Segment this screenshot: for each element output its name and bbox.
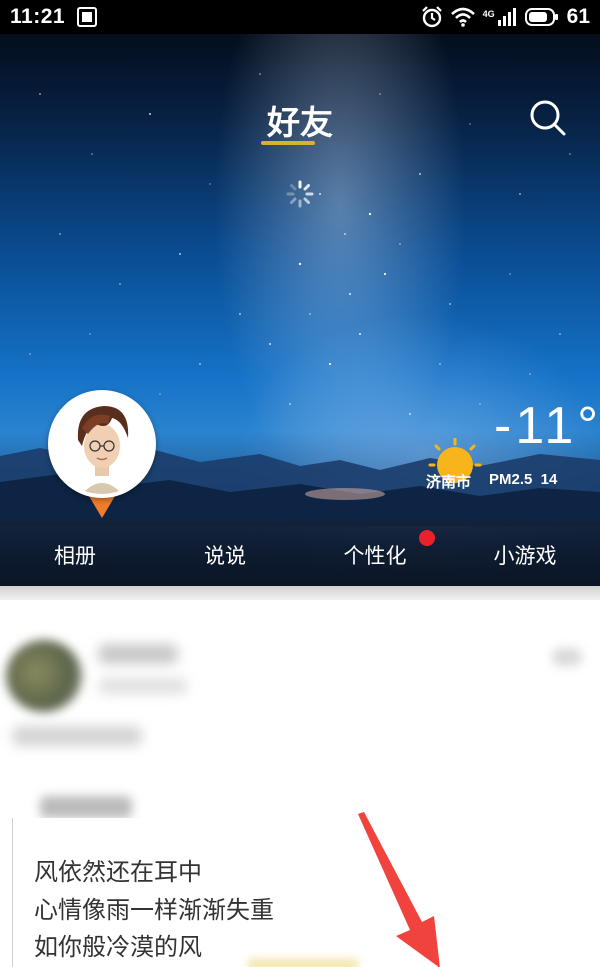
notification-icon [77, 7, 98, 27]
profile-tabs: 相册 说说 个性化 小游戏 [0, 522, 600, 586]
page-title: 好友 [267, 103, 333, 142]
status-time: 11:21 [10, 5, 66, 28]
notification-dot [419, 530, 435, 546]
tab-album[interactable]: 相册 [0, 522, 150, 586]
feed-author-name [98, 644, 178, 664]
tab-personalize-label: 个性化 [343, 544, 407, 568]
user-avatar[interactable] [48, 390, 156, 518]
status-icons: 4G 61 [421, 5, 590, 29]
blurred-element [248, 958, 358, 967]
profile-cover: 好友 -11° 济南市 PM2.5 14 相册 说说 个性化 小游戏 [0, 34, 600, 586]
weather-city: 济南市 [426, 473, 472, 491]
title-underline [261, 141, 315, 145]
poem-line: 如你般冷漠的风 [34, 933, 202, 961]
network-type: 4G [482, 9, 495, 19]
poem-line: 心情像雨一样渐渐失重 [34, 896, 274, 924]
status-bar: 11:21 4G 61 [0, 0, 600, 34]
battery-level: 61 [566, 5, 590, 28]
shared-card-title [40, 796, 132, 818]
poem-line: 风依然还在耳中 [34, 858, 202, 886]
search-icon[interactable] [528, 98, 568, 138]
battery-icon [524, 8, 558, 26]
tab-posts[interactable]: 说说 [150, 522, 300, 586]
feed-post-time [98, 678, 188, 694]
annotation-arrow-icon [358, 812, 440, 967]
tab-games[interactable]: 小游戏 [450, 522, 600, 586]
alarm-icon [421, 6, 442, 28]
feed-author-avatar[interactable] [6, 640, 82, 712]
weather-air-quality: PM2.5 14 [489, 471, 558, 488]
loading-spinner-icon [286, 180, 314, 208]
weather-temperature: -11° [494, 397, 600, 455]
wifi-icon [450, 7, 475, 27]
tab-personalize[interactable]: 个性化 [300, 522, 450, 586]
feed-post-text [12, 726, 142, 746]
more-options-icon[interactable] [552, 648, 582, 666]
signal-icon [497, 8, 516, 26]
avatar-image [52, 394, 152, 494]
